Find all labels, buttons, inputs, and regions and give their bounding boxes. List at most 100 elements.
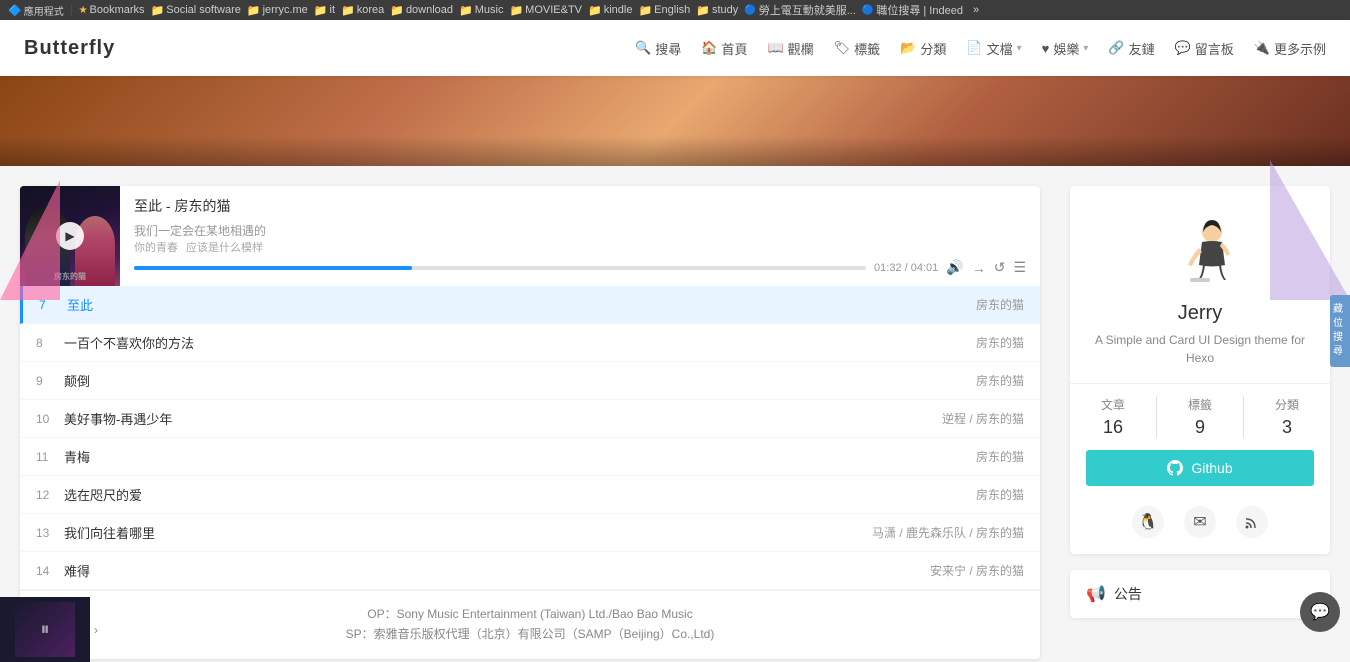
nav-entertainment[interactable]: ♥ 娛樂 ▾ [1042, 39, 1089, 58]
track-num: 14 [36, 564, 64, 578]
nav-links[interactable]: 🔗 友鏈 [1108, 39, 1154, 58]
nav-search[interactable]: 🔍 搜尋 [635, 39, 681, 58]
playlist: 7 至此 房东的猫 8 一百个不喜欢你的方法 房东的猫 9 颠倒 房东的猫 10… [20, 286, 1040, 590]
track-name: 难得 [64, 561, 930, 580]
track-name: 青梅 [64, 447, 976, 466]
tag-icon: 🏷 [834, 40, 851, 56]
home-icon: 🏠 [701, 40, 717, 56]
track-artist: 安来宁 / 房东的猫 [930, 562, 1024, 579]
github-button[interactable]: Github [1086, 450, 1314, 486]
deco-left [0, 180, 60, 300]
mini-player[interactable]: ⏸ › [0, 597, 90, 662]
track-name: 至此 [67, 295, 976, 314]
announcement-title: 📢 公告 [1086, 584, 1314, 604]
song-subtitles: 你的青春 应该是什么模样 [134, 239, 266, 255]
playlist-row[interactable]: 7 至此 房东的猫 [20, 286, 1040, 324]
bookmark-social[interactable]: 📁Social software [151, 4, 241, 17]
progress-fill [134, 266, 412, 270]
mini-expand-icon[interactable]: › [94, 623, 98, 637]
volume-icon[interactable]: 🔊 [946, 259, 963, 276]
playlist-row[interactable]: 12 选在咫尺的爱 房东的猫 [20, 476, 1040, 514]
site-logo[interactable]: Butterfly [24, 37, 115, 60]
playlist-row[interactable]: 8 一百个不喜欢你的方法 房东的猫 [20, 324, 1040, 362]
announcement-icon: 📢 [1086, 584, 1106, 604]
avatar [1160, 210, 1240, 290]
playlist-row[interactable]: 13 我们向往着哪里 马潇 / 鹿先森乐队 / 房东的猫 [20, 514, 1040, 552]
bookmark-english[interactable]: 📁English [638, 4, 690, 17]
footer-line1: OP：Sony Music Entertainment (Taiwan) Ltd… [36, 605, 1024, 622]
nav-categories[interactable]: 📂 分類 [900, 39, 946, 58]
nav-docs[interactable]: 📄 文檔 ▾ [966, 39, 1021, 58]
playlist-row[interactable]: 14 难得 安来宁 / 房东的猫 [20, 552, 1040, 590]
track-name: 美好事物-再遇少年 [64, 409, 942, 428]
nav-examples[interactable]: 🔌 更多示例 [1254, 39, 1326, 58]
track-name: 一百个不喜欢你的方法 [64, 333, 976, 352]
site-nav: Butterfly 🔍 搜尋 🏠 首頁 📖 觀欄 🏷 標籤 📂 分類 📄 文檔 … [0, 20, 1350, 76]
link-icon: 🔗 [1108, 40, 1124, 56]
menu-icon[interactable]: ☰ [1013, 259, 1026, 276]
bookmark-korea[interactable]: 📁korea [341, 4, 384, 17]
track-num: 9 [36, 374, 64, 388]
stat-tags-label: 標籤 [1157, 396, 1243, 413]
bookmark-kindle[interactable]: 📁kindle [588, 4, 632, 17]
playlist-row[interactable]: 11 青梅 房东的猫 [20, 438, 1040, 476]
nav-tags[interactable]: 🏷 標籤 [834, 39, 881, 58]
bookmark-music[interactable]: 📁Music [459, 4, 503, 17]
right-edge-button[interactable]: 藏位搜尋 [1330, 295, 1350, 367]
bookmark-movietv[interactable]: 📁MOVIE&TV [509, 4, 582, 17]
album-title: 至此 - 房东的猫 [134, 196, 266, 216]
music-player: 房东的猫 ▶ 至此 - 房东的猫 我们一定会在某地相遇的 你的青 [20, 186, 1040, 659]
track-artist: 房东的猫 [976, 486, 1024, 503]
stat-categories: 分類 3 [1244, 396, 1330, 438]
track-name: 选在咫尺的爱 [64, 485, 976, 504]
search-icon: 🔍 [635, 40, 651, 56]
track-num: 12 [36, 488, 64, 502]
track-num: 11 [36, 450, 64, 464]
rss-icon[interactable] [1236, 506, 1268, 538]
song-title: 我们一定会在某地相遇的 [134, 222, 266, 239]
bookmark-indeed[interactable]: 🔵職位搜尋 | Indeed [862, 2, 963, 18]
playlist-row[interactable]: 9 颠倒 房东的猫 [20, 362, 1040, 400]
deco-right [1270, 160, 1350, 300]
stat-categories-value: 3 [1244, 417, 1330, 438]
heart-icon: ♥ [1042, 41, 1050, 56]
stat-tags: 標籤 9 [1157, 396, 1243, 438]
subtitle2: 应该是什么模样 [186, 239, 263, 255]
bookmark-apps[interactable]: 🔷 應用程式 [8, 3, 64, 18]
avatar-container [1160, 210, 1240, 290]
player-controls: 01:32 / 04:01 🔊 → ↺ ☰ [134, 259, 1026, 276]
stat-articles: 文章 16 [1070, 396, 1156, 438]
nav-archive[interactable]: 📖 觀欄 [767, 39, 813, 58]
mini-pause-icon: ⏸ [41, 619, 50, 640]
bookmark-site1[interactable]: 🔵勞上電互動就美服... [744, 2, 856, 18]
stat-tags-value: 9 [1157, 417, 1243, 438]
track-artist: 逆程 / 房东的猫 [942, 410, 1024, 427]
progress-bar[interactable] [134, 266, 866, 270]
book-icon: 📖 [767, 40, 783, 56]
subtitle1: 你的青春 [134, 239, 178, 255]
bookmark-jerryc[interactable]: 📁jerryc.me [247, 4, 308, 17]
track-name: 颠倒 [64, 371, 976, 390]
track-artist: 马潇 / 鹿先森乐队 / 房东的猫 [872, 524, 1024, 541]
email-icon[interactable]: ✉ [1184, 506, 1216, 538]
plugin-icon: 🔌 [1254, 40, 1270, 56]
qq-icon[interactable]: 🐧 [1132, 506, 1164, 538]
track-num: 8 [36, 336, 64, 350]
bookmark-study[interactable]: 📁study [696, 4, 738, 17]
play-button[interactable]: ▶ [56, 222, 84, 250]
bookmark-it[interactable]: 📁it [314, 4, 335, 17]
mini-album-art: ⏸ [15, 602, 75, 657]
hero-banner [0, 76, 1350, 166]
track-name: 我们向往着哪里 [64, 523, 872, 542]
playlist-row[interactable]: 10 美好事物-再遇少年 逆程 / 房东的猫 [20, 400, 1040, 438]
main-container: 房东的猫 ▶ 至此 - 房东的猫 我们一定会在某地相遇的 你的青 [0, 166, 1350, 659]
bookmark-bookmarks[interactable]: ★ Bookmarks [79, 4, 145, 16]
profile-desc: A Simple and Card UI Design theme for He… [1086, 331, 1314, 367]
bookmark-download[interactable]: 📁download [390, 4, 453, 17]
next-icon[interactable]: → [972, 260, 986, 276]
repeat-icon[interactable]: ↺ [994, 259, 1006, 276]
nav-home[interactable]: 🏠 首頁 [701, 39, 747, 58]
float-chat-button[interactable]: 💬 [1300, 592, 1340, 632]
stat-categories-label: 分類 [1244, 396, 1330, 413]
nav-guestbook[interactable]: 💬 留言板 [1175, 39, 1234, 58]
